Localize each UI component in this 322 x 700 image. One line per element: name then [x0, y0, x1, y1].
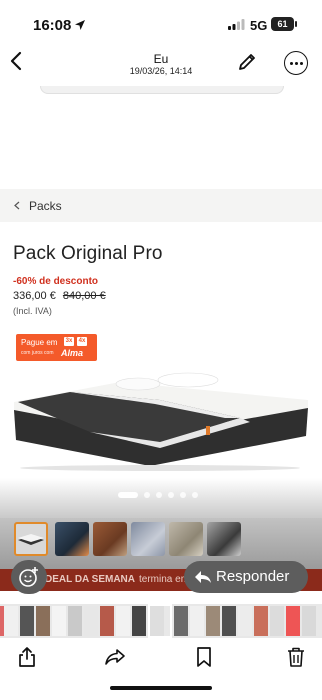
- alma-brand: Alma: [61, 348, 84, 358]
- dot[interactable]: [168, 492, 174, 498]
- battery-icon: 61: [271, 17, 297, 31]
- filmstrip-frame[interactable]: [190, 606, 204, 636]
- share-icon[interactable]: [16, 646, 38, 668]
- filmstrip-frame[interactable]: [238, 606, 252, 636]
- smiley-plus-icon: [19, 567, 38, 587]
- filmstrip-frame[interactable]: [4, 606, 18, 636]
- price-row: 336,00 € 840,00 €: [13, 290, 106, 302]
- filmstrip-frame[interactable]: [100, 606, 114, 636]
- alma-payment-badge: Pague em 3x 4x com juros com Alma: [16, 334, 97, 361]
- home-indicator: [110, 686, 212, 690]
- bottom-toolbar: [0, 638, 322, 700]
- reply-arrow-icon: [195, 571, 211, 583]
- thumbnail-4[interactable]: [131, 522, 165, 556]
- discount-label: -60% de desconto: [13, 276, 99, 287]
- filmstrip-frame[interactable]: [68, 606, 82, 636]
- product-title: Pack Original Pro: [13, 243, 163, 264]
- filmstrip-frame[interactable]: [302, 606, 316, 636]
- reply-button[interactable]: Responder: [184, 561, 308, 593]
- screenshot-page-header: [40, 86, 284, 94]
- thumbnail-6[interactable]: [207, 522, 241, 556]
- status-bar: 16:08 5G 61: [0, 0, 322, 44]
- ellipsis-circle-icon[interactable]: [284, 51, 308, 75]
- filmstrip-frame[interactable]: [116, 606, 130, 636]
- deal-rest: termina em: [139, 574, 190, 585]
- filmstrip-frame[interactable]: [286, 606, 300, 636]
- filmstrip-frame[interactable]: [270, 606, 284, 636]
- location-arrow-icon: [75, 20, 85, 30]
- filmstrip-frame[interactable]: [84, 606, 98, 636]
- current-price: 336,00 €: [13, 290, 56, 302]
- forward-icon[interactable]: [104, 646, 126, 668]
- filmstrip-frame[interactable]: [206, 606, 220, 636]
- breadcrumb[interactable]: Packs: [0, 189, 322, 222]
- chevron-left-icon: [14, 201, 20, 210]
- thumbnail-5[interactable]: [169, 522, 203, 556]
- trash-icon[interactable]: [285, 646, 307, 668]
- photo-filmstrip[interactable]: [0, 604, 322, 638]
- status-time: 16:08: [33, 17, 72, 34]
- network-type: 5G: [250, 18, 268, 33]
- alma-prefix: Pague em: [21, 338, 58, 347]
- vat-note: (Incl. IVA): [13, 306, 52, 316]
- reply-label: Responder: [216, 568, 290, 585]
- message-date: 19/03/26, 14:14: [129, 66, 193, 76]
- dot[interactable]: [180, 492, 186, 498]
- deal-text: DEAL DA SEMANA termina em: [45, 574, 189, 585]
- dot[interactable]: [192, 492, 198, 498]
- bookmark-icon[interactable]: [193, 646, 215, 668]
- breadcrumb-packs[interactable]: Packs: [29, 199, 62, 213]
- gallery-background: [0, 478, 322, 518]
- dot[interactable]: [156, 492, 162, 498]
- filmstrip-frame[interactable]: [52, 606, 66, 636]
- filmstrip-frame[interactable]: [36, 606, 50, 636]
- mattress-thumb-icon: [18, 534, 44, 545]
- alma-small: com juros com: [21, 350, 54, 356]
- mattress-product-image: [14, 372, 308, 471]
- nav-bar: Eu 19/03/26, 14:14: [0, 44, 322, 88]
- filmstrip-selected[interactable]: [148, 604, 172, 638]
- thumbnail-3[interactable]: [93, 522, 127, 556]
- dot-active[interactable]: [118, 492, 138, 498]
- add-reaction-button[interactable]: [11, 560, 47, 594]
- filmstrip-frame[interactable]: [20, 606, 34, 636]
- conversation-title: Eu: [153, 52, 169, 66]
- thumbnail-1[interactable]: [14, 522, 48, 556]
- dot[interactable]: [144, 492, 150, 498]
- alma-3x: 3x: [64, 337, 74, 346]
- pencil-icon[interactable]: [236, 51, 258, 73]
- signal-icon: [228, 19, 245, 30]
- filmstrip-frame[interactable]: [254, 606, 268, 636]
- deal-bold: DEAL DA SEMANA: [45, 574, 136, 585]
- filmstrip-frame[interactable]: [174, 606, 188, 636]
- alma-4x: 4x: [77, 337, 87, 346]
- thumbnail-2[interactable]: [55, 522, 89, 556]
- filmstrip-frame[interactable]: [132, 606, 146, 636]
- old-price: 840,00 €: [62, 290, 106, 302]
- filmstrip-frame[interactable]: [222, 606, 236, 636]
